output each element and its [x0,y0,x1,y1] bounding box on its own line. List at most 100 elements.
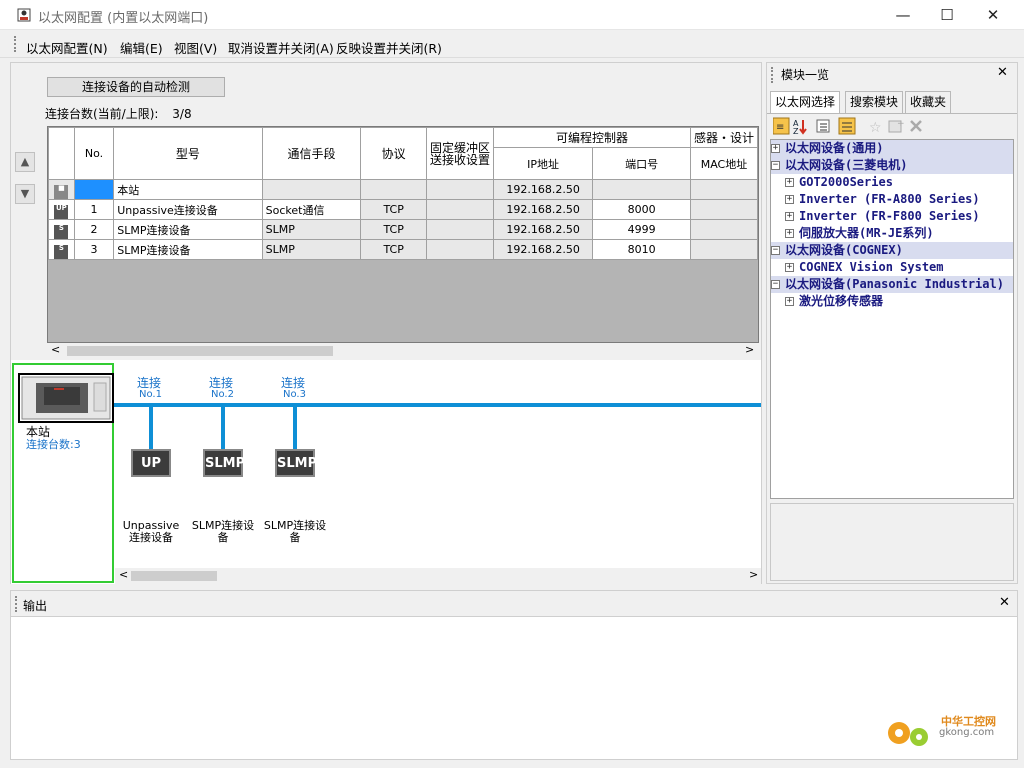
row-port[interactable]: 8000 [592,199,691,220]
unpassive-device-icon[interactable]: UP [131,449,171,477]
expand-icon[interactable]: + [785,195,794,204]
close-button[interactable]: ✕ [970,0,1016,30]
row-port[interactable] [592,179,691,200]
tree-node[interactable]: + GOT2000Series [785,174,1013,191]
maximize-button[interactable]: ☐ [924,0,970,30]
header-model[interactable]: 型号 [113,127,263,180]
menu-ethernet-config[interactable]: 以太网配置(N) [26,38,108,57]
header-comm[interactable]: 通信手段 [261,127,362,180]
row-mac[interactable] [689,239,758,260]
tree-node[interactable]: + 以太网设备(通用) [771,140,1013,157]
row-protocol[interactable] [360,179,427,200]
slmp-device-icon[interactable]: SLMP [203,449,245,477]
table-row[interactable]: S 3 SLMP连接设备 SLMP TCP 192.168.2.50 8010 [48,239,758,260]
header-protocol[interactable]: 协议 [360,127,427,180]
row-port[interactable]: 4999 [592,219,691,240]
expand-icon[interactable]: + [785,212,794,221]
expand-icon[interactable]: + [785,229,794,238]
row-fixed[interactable] [425,219,494,240]
output-close-button[interactable]: ✕ [999,595,1010,610]
diagram-scroll-right[interactable]: > [749,568,758,581]
slmp-device-icon[interactable]: SLMP [275,449,317,477]
menu-edit[interactable]: 编辑(E) [120,38,163,57]
diagram-scroll-thumb[interactable] [131,571,217,581]
scroll-right-arrow[interactable]: > [745,343,754,356]
expand-icon[interactable]: + [785,263,794,272]
expand-icon[interactable]: + [785,297,794,306]
row-mac[interactable] [689,199,758,220]
header-ip[interactable]: IP地址 [492,147,594,180]
row-model[interactable]: Unpassive连接设备 [113,199,263,220]
own-station-module[interactable] [18,373,114,423]
row-no[interactable]: 2 [73,219,115,240]
row-ip[interactable]: 192.168.2.50 [492,239,594,260]
row-ip[interactable]: 192.168.2.50 [492,219,594,240]
row-comm[interactable] [261,179,362,200]
tree-node[interactable]: + COGNEX Vision System [785,259,1013,276]
row-model[interactable]: SLMP连接设备 [113,239,263,260]
expand-icon[interactable]: + [785,178,794,187]
output-grip[interactable] [15,596,18,612]
table-horizontal-scrollbar[interactable]: < > [47,343,759,359]
menu-cancel-close[interactable]: 取消设置并关闭(A) [228,38,334,57]
tree-node[interactable]: + 伺服放大器(MR-JE系列) [785,225,1013,242]
tree-node[interactable]: − 以太网设备(COGNEX) [771,242,1013,259]
row-comm[interactable]: SLMP [261,239,362,260]
toolbar-grip[interactable] [14,36,17,52]
header-mac[interactable]: MAC地址 [689,147,758,180]
table-row[interactable]: UP 1 Unpassive连接设备 Socket通信 TCP 192.168.… [48,199,758,220]
row-protocol[interactable]: TCP [360,239,427,260]
delete-icon[interactable] [910,120,922,132]
own-station-frame[interactable]: 本站 连接台数:3 [12,363,114,583]
row-fixed[interactable] [425,239,494,260]
row-no[interactable]: 1 [73,199,115,220]
tree-node[interactable]: + Inverter (FR-A800 Series) [785,191,1013,208]
row-model[interactable]: 本站 [113,179,263,200]
minimize-button[interactable]: — [880,0,926,30]
tree-node[interactable]: + Inverter (FR-F800 Series) [785,208,1013,225]
row-no[interactable] [73,179,115,200]
scroll-thumb[interactable] [67,346,333,356]
add-favorite-icon[interactable]: + [888,119,905,133]
row-protocol[interactable]: TCP [360,219,427,240]
header-port[interactable]: 端口号 [592,147,691,180]
list-view-icon[interactable] [816,119,830,133]
row-mac[interactable] [689,179,758,200]
move-up-button[interactable]: ▲ [15,152,35,172]
header-no[interactable]: No. [73,127,115,180]
diagram-horizontal-scrollbar[interactable]: < > [115,568,761,584]
collapse-icon[interactable]: − [771,246,780,255]
row-port[interactable]: 8010 [592,239,691,260]
collapse-icon[interactable]: − [771,161,780,170]
row-comm[interactable]: Socket通信 [261,199,362,220]
row-fixed[interactable] [425,199,494,220]
diagram-scroll-left[interactable]: < [119,568,128,581]
row-ip[interactable]: 192.168.2.50 [492,199,594,220]
module-panel-close-button[interactable]: ✕ [997,65,1008,80]
row-model[interactable]: SLMP连接设备 [113,219,263,240]
row-mac[interactable] [689,219,758,240]
menu-view[interactable]: 视图(V) [174,38,217,57]
expand-icon[interactable]: + [771,144,780,153]
tab-ethernet-select[interactable]: 以太网选择 [770,91,841,113]
tree-node[interactable]: − 以太网设备(Panasonic Industrial) [771,276,1013,293]
row-fixed[interactable] [425,179,494,200]
collapse-icon[interactable]: − [771,280,780,289]
auto-detect-button[interactable]: 连接设备的自动检测 [47,77,225,97]
header-fixed-buffer[interactable]: 固定缓冲区 送接收设置 [425,127,494,180]
row-no[interactable]: 3 [73,239,115,260]
group-view-icon[interactable] [838,117,856,135]
tree-node[interactable]: − 以太网设备(三菱电机) [771,157,1013,174]
tab-favorites[interactable]: 收藏夹 [905,91,952,113]
row-comm[interactable]: SLMP [261,219,362,240]
move-down-button[interactable]: ▼ [15,184,35,204]
table-row[interactable]: ■ 本站 192.168.2.50 [48,179,758,200]
tree-node[interactable]: + 激光位移传感器 [785,293,1013,310]
sort-category-icon[interactable]: ≡ [772,117,790,135]
table-row[interactable]: S 2 SLMP连接设备 SLMP TCP 192.168.2.50 4999 [48,219,758,240]
panel-grip[interactable] [771,67,774,83]
row-ip[interactable]: 192.168.2.50 [492,179,594,200]
tab-search-module[interactable]: 搜索模块 [845,91,904,113]
menu-apply-close[interactable]: 反映设置并关闭(R) [336,38,442,57]
scroll-left-arrow[interactable]: < [51,343,60,356]
